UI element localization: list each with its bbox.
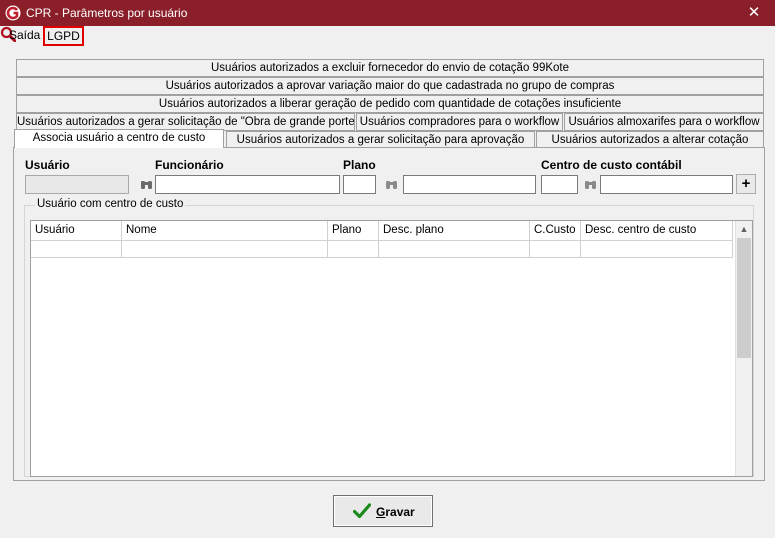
tab-page-associa-centro-custo: Usuário Funcionário Plano Centro de cust… xyxy=(13,147,765,481)
usuario-field[interactable] xyxy=(25,175,129,194)
centro-custo-label: Centro de custo contábil xyxy=(541,158,682,172)
app-logo-icon xyxy=(5,5,21,21)
window-title: CPR - Parâmetros por usuário xyxy=(26,6,188,20)
gravar-label: Gravar xyxy=(376,505,415,519)
tab-aprovar-variacao[interactable]: Usuários autorizados a aprovar variação … xyxy=(16,77,764,95)
column-desc-centro-custo[interactable]: Desc. centro de custo xyxy=(581,221,733,241)
tab-compradores-workflow[interactable]: Usuários compradores para o workflow xyxy=(356,113,563,131)
usuario-label: Usuário xyxy=(25,158,70,172)
check-icon xyxy=(353,503,371,519)
table-cell[interactable] xyxy=(581,241,733,258)
grid-header: Usuário Nome Plano Desc. plano C.Custo D… xyxy=(31,221,733,241)
column-usuario[interactable]: Usuário xyxy=(31,221,122,241)
group-title: Usuário com centro de custo xyxy=(35,198,186,210)
table-cell[interactable] xyxy=(31,241,122,258)
table-cell[interactable] xyxy=(530,241,581,258)
column-desc-plano[interactable]: Desc. plano xyxy=(379,221,530,241)
usuario-centro-custo-group: Usuário com centro de custo Usuário Nome… xyxy=(24,198,754,477)
centro-custo-code-field[interactable] xyxy=(541,175,578,194)
menu-lgpd[interactable]: LGPD xyxy=(43,26,84,46)
tab-excluir-fornecedor-99kote[interactable]: Usuários autorizados a excluir fornecedo… xyxy=(16,59,764,77)
usuario-centro-custo-grid[interactable]: Usuário Nome Plano Desc. plano C.Custo D… xyxy=(30,220,753,477)
plano-label: Plano xyxy=(343,158,376,172)
gravar-button[interactable]: Gravar xyxy=(333,495,433,527)
binoculars-icon[interactable] xyxy=(584,179,597,190)
tab-liberar-pedido[interactable]: Usuários autorizados a liberar geração d… xyxy=(16,95,764,113)
column-ccusto[interactable]: C.Custo xyxy=(530,221,581,241)
column-plano[interactable]: Plano xyxy=(328,221,379,241)
table-cell[interactable] xyxy=(379,241,530,258)
centro-custo-desc-field[interactable] xyxy=(600,175,733,194)
tab-almoxarifes-workflow[interactable]: Usuários almoxarifes para o workflow xyxy=(564,113,764,131)
plano-field[interactable] xyxy=(343,175,376,194)
vertical-scrollbar[interactable]: ▲ xyxy=(735,221,752,476)
table-cell[interactable] xyxy=(122,241,328,258)
plano-desc-field[interactable] xyxy=(403,175,536,194)
close-icon[interactable]: ✕ xyxy=(733,0,775,26)
funcionario-label: Funcionário xyxy=(155,158,224,172)
scroll-up-icon[interactable]: ▲ xyxy=(736,221,752,238)
menu-bar: Saída LGPD xyxy=(0,26,775,46)
binoculars-icon[interactable] xyxy=(140,179,153,190)
funcionario-field[interactable] xyxy=(155,175,340,194)
table-row[interactable] xyxy=(31,241,733,258)
title-bar: CPR - Parâmetros por usuário ✕ xyxy=(0,0,775,26)
binoculars-icon[interactable] xyxy=(385,179,398,190)
scrollbar-thumb[interactable] xyxy=(737,238,751,358)
tab-panel: Usuários autorizados a excluir fornecedo… xyxy=(13,57,765,481)
menu-saida[interactable]: Saída xyxy=(8,26,41,46)
table-cell[interactable] xyxy=(328,241,379,258)
column-nome[interactable]: Nome xyxy=(122,221,328,241)
tab-associa-centro-custo[interactable]: Associa usuário a centro de custo xyxy=(14,129,224,148)
add-button[interactable]: + xyxy=(736,174,756,194)
